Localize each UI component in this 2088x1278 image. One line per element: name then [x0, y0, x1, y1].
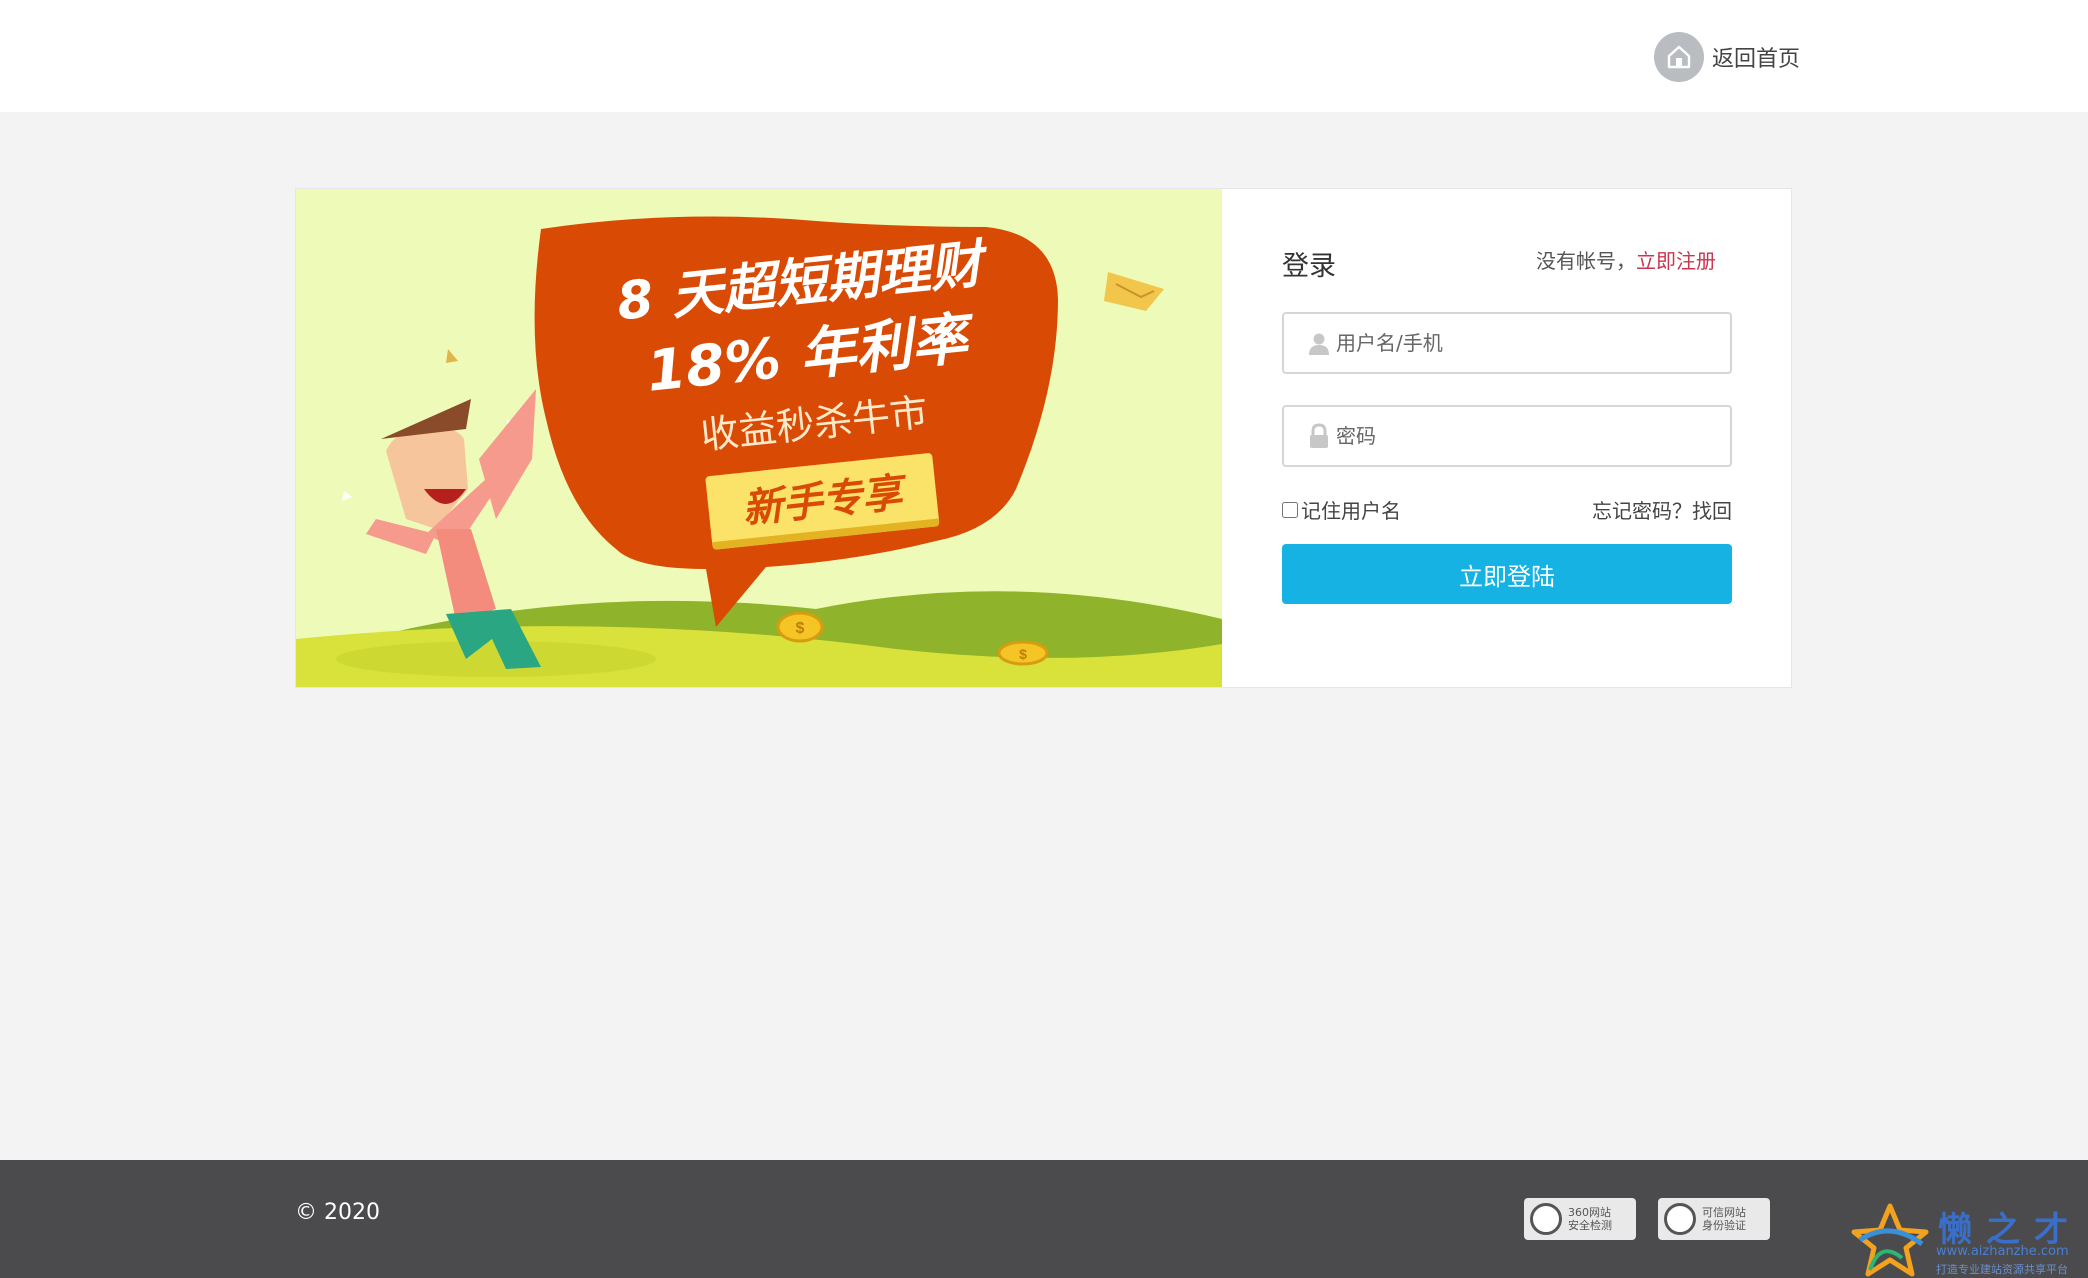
user-icon: [1306, 330, 1332, 356]
footer: © 2020 360网站 安全检测 可信网站 身份验证: [0, 1160, 2088, 1278]
trusted-site-badge[interactable]: 可信网站 身份验证: [1658, 1198, 1770, 1240]
star-logo-icon: [1851, 1203, 1929, 1277]
trust-seal-icon: [1664, 1203, 1696, 1235]
promo-text-block: 8 天超短期理财 18% 年利率 收益秒杀牛市 新手专享: [587, 226, 1035, 560]
promo-banner: $ $ 8 天超短期理财 18% 年利率 收益秒杀牛市 新手专享: [296, 189, 1222, 687]
remember-checkbox[interactable]: [1282, 501, 1298, 518]
lock-icon: [1306, 423, 1332, 449]
no-account-text: 没有帐号，: [1536, 249, 1636, 273]
promo-cta-label: 新手专享: [740, 470, 905, 533]
remember-username[interactable]: 记住用户名: [1282, 495, 1401, 524]
copyright-text: © 2020: [295, 1200, 380, 1225]
envelope-icon: [1104, 272, 1164, 311]
login-form: 登录 没有帐号，立即注册 记住用户名: [1222, 189, 1792, 687]
watermark-url: www.aizhanzhe.com: [1936, 1244, 2069, 1259]
magnifier-icon: [1530, 1203, 1562, 1235]
svg-text:$: $: [796, 620, 805, 637]
return-home-link[interactable]: 返回首页: [1654, 32, 1800, 82]
username-input[interactable]: [1336, 323, 1730, 363]
forgot-password-link[interactable]: 忘记密码？找回: [1592, 495, 1732, 524]
site-watermark: 懒之才 www.aizhanzhe.com 打造专业建站资源共享平台: [1850, 1200, 2085, 1278]
home-icon: [1654, 32, 1704, 82]
remember-label: 记住用户名: [1301, 499, 1401, 523]
svg-text:$: $: [1019, 646, 1027, 662]
security-badge-360[interactable]: 360网站 安全检测: [1524, 1198, 1636, 1240]
return-home-label: 返回首页: [1712, 47, 1801, 72]
register-link[interactable]: 立即注册: [1636, 249, 1716, 273]
login-card: $ $ 8 天超短期理财 18% 年利率 收益秒杀牛市 新手专享 登录 没有帐号…: [295, 188, 1792, 688]
top-header: 返回首页: [0, 0, 2088, 112]
username-field-wrapper: [1282, 312, 1732, 374]
login-button[interactable]: 立即登陆: [1282, 544, 1732, 604]
login-title: 登录: [1282, 251, 1336, 282]
password-field-wrapper: [1282, 405, 1732, 467]
register-prompt: 没有帐号，立即注册: [1536, 245, 1716, 274]
password-input[interactable]: [1336, 416, 1730, 456]
watermark-slogan: 打造专业建站资源共享平台: [1936, 1263, 2068, 1276]
